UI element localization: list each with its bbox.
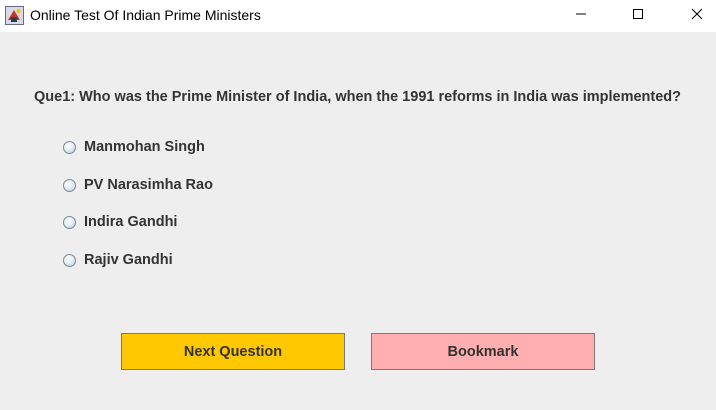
- option-label: Rajiv Gandhi: [84, 252, 173, 268]
- radio-button[interactable]: [63, 215, 76, 229]
- maximize-icon: [632, 7, 644, 25]
- minimize-button[interactable]: [558, 0, 604, 32]
- option-label: Manmohan Singh: [84, 139, 205, 155]
- question-text: Que1: Who was the Prime Minister of Indi…: [34, 89, 681, 105]
- radio-button[interactable]: [63, 178, 76, 192]
- option-manmohan-singh[interactable]: Manmohan Singh: [63, 137, 205, 157]
- bookmark-button[interactable]: Bookmark: [371, 333, 595, 370]
- option-label: Indira Gandhi: [84, 214, 178, 230]
- app-window: Online Test Of Indian Prime Ministers Qu…: [0, 0, 716, 410]
- minimize-icon: [575, 7, 587, 25]
- maximize-button[interactable]: [615, 0, 661, 32]
- radio-button[interactable]: [63, 253, 76, 267]
- window-title: Online Test Of Indian Prime Ministers: [30, 7, 261, 23]
- radio-button[interactable]: [63, 140, 76, 154]
- next-question-label: Next Question: [183, 343, 283, 360]
- option-rajiv-gandhi[interactable]: Rajiv Gandhi: [63, 250, 173, 270]
- title-bar: Online Test Of Indian Prime Ministers: [0, 0, 716, 32]
- next-question-button[interactable]: Next Question: [121, 333, 345, 370]
- bookmark-label: Bookmark: [447, 343, 519, 360]
- java-app-icon[interactable]: [5, 6, 24, 25]
- close-icon: [691, 7, 703, 25]
- option-label: PV Narasimha Rao: [84, 177, 213, 193]
- close-button[interactable]: [674, 0, 716, 32]
- option-pv-narasimha-rao[interactable]: PV Narasimha Rao: [63, 175, 213, 195]
- option-indira-gandhi[interactable]: Indira Gandhi: [63, 212, 177, 232]
